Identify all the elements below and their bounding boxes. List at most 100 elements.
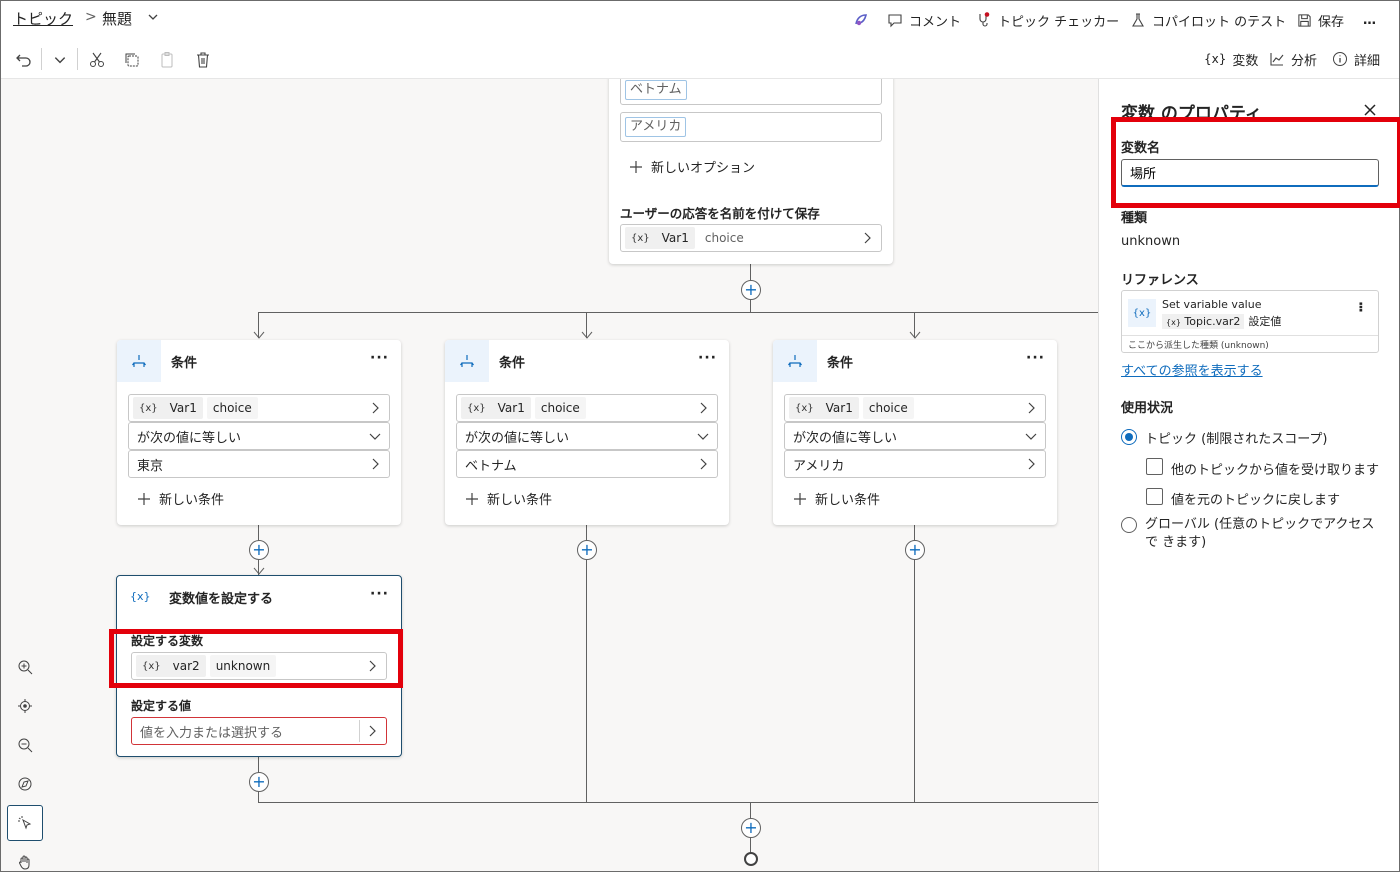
chevron-right-icon bbox=[1025, 458, 1037, 470]
variable-name-input[interactable] bbox=[1121, 159, 1379, 187]
condition-operator-dropdown[interactable]: が次の値に等しい bbox=[128, 422, 390, 450]
variable-icon: {x} bbox=[1204, 52, 1227, 66]
condition-variable-field[interactable]: {x} Var1 choice bbox=[456, 394, 718, 422]
add-node-button[interactable]: + bbox=[249, 772, 269, 792]
undo-icon[interactable] bbox=[15, 51, 33, 69]
condition-node-3[interactable]: 条件 ··· {x} Var1 choice が次の値に等しい アメリカ 新しい条… bbox=[773, 340, 1057, 525]
set-variable-node[interactable]: {x} 変数値を設定する ··· 設定する変数 {x} var2 unknown … bbox=[116, 575, 402, 757]
condition-node-1[interactable]: 条件 ··· {x} Var1 choice が次の値に等しい 東京 新しい条件 bbox=[117, 340, 401, 525]
fit-to-screen-icon[interactable] bbox=[7, 688, 43, 724]
chevron-down-icon bbox=[1025, 430, 1037, 442]
zoom-out-icon[interactable] bbox=[7, 727, 43, 763]
target-variable-field[interactable]: {x} var2 unknown bbox=[131, 652, 387, 680]
condition-value-field[interactable]: ベトナム bbox=[456, 450, 718, 478]
variable-icon: {x} bbox=[139, 402, 158, 414]
copilot-icon[interactable] bbox=[853, 10, 869, 30]
new-condition-button[interactable]: 新しい条件 bbox=[465, 489, 552, 508]
reference-role: 設定値 bbox=[1248, 315, 1282, 328]
more-options-button[interactable]: ··· bbox=[1352, 301, 1368, 311]
chevron-right-icon bbox=[366, 660, 378, 672]
condition-value: アメリカ bbox=[793, 458, 845, 474]
option-field[interactable]: ベトナム bbox=[620, 79, 882, 105]
set-variable-title: 変数値を設定する bbox=[169, 592, 274, 607]
zoom-in-icon[interactable] bbox=[7, 649, 43, 685]
analytics-button[interactable]: 分析 bbox=[1269, 49, 1317, 69]
reference-label: リファレンス bbox=[1121, 273, 1199, 288]
variables-label: 変数 bbox=[1232, 53, 1259, 69]
variable-chip: {x} Var1 bbox=[133, 397, 203, 419]
close-icon[interactable] bbox=[1363, 103, 1377, 117]
variable-chip: {x} Var1 bbox=[625, 227, 695, 249]
question-node[interactable]: ベトナム アメリカ 新しいオプション ユーザーの応答を名前を付けて保存 {x} V… bbox=[609, 79, 893, 264]
flow-canvas[interactable]: ベトナム アメリカ 新しいオプション ユーザーの応答を名前を付けて保存 {x} V… bbox=[1, 79, 1098, 871]
more-options-button[interactable]: ··· bbox=[698, 350, 717, 366]
breadcrumb-topics-link[interactable]: トピック bbox=[13, 8, 73, 29]
scope-global-radio[interactable] bbox=[1121, 517, 1137, 533]
condition-value-field[interactable]: アメリカ bbox=[784, 450, 1046, 478]
add-node-button[interactable]: + bbox=[741, 818, 761, 838]
delete-icon[interactable] bbox=[194, 51, 212, 69]
details-button[interactable]: 詳細 bbox=[1332, 49, 1380, 69]
scope-topic-radio[interactable] bbox=[1121, 429, 1137, 445]
topic-checker-label: トピック チェッカー bbox=[998, 14, 1120, 30]
plus-icon bbox=[793, 492, 807, 506]
condition-variable-field[interactable]: {x} Var1 choice bbox=[784, 394, 1046, 422]
condition-title: 条件 bbox=[827, 356, 854, 371]
comment-button[interactable]: コメント bbox=[887, 10, 961, 30]
details-label: 詳細 bbox=[1354, 53, 1381, 69]
variables-button[interactable]: {x} 変数 bbox=[1204, 49, 1258, 69]
cut-icon[interactable] bbox=[88, 51, 106, 69]
add-node-button[interactable]: + bbox=[905, 540, 925, 560]
chevron-down-icon[interactable] bbox=[147, 11, 159, 23]
copy-icon[interactable] bbox=[123, 51, 141, 69]
more-actions-button[interactable]: … bbox=[1363, 10, 1376, 30]
add-node-button[interactable]: + bbox=[577, 540, 597, 560]
minimap-icon[interactable] bbox=[7, 766, 43, 802]
new-condition-button[interactable]: 新しい条件 bbox=[793, 489, 880, 508]
new-option-button[interactable]: 新しいオプション bbox=[629, 157, 755, 176]
plus-icon bbox=[629, 160, 643, 174]
more-options-button[interactable]: ··· bbox=[370, 586, 389, 602]
more-options-button[interactable]: ··· bbox=[370, 350, 389, 366]
info-icon bbox=[1332, 51, 1348, 67]
show-all-references-link[interactable]: すべての参照を表示する bbox=[1121, 360, 1263, 379]
add-node-button[interactable]: + bbox=[741, 280, 761, 300]
variable-name: Var1 bbox=[661, 231, 689, 245]
return-values-checkbox[interactable] bbox=[1146, 488, 1163, 505]
condition-value-field[interactable]: 東京 bbox=[128, 450, 390, 478]
connector-line bbox=[258, 802, 1098, 803]
editor-toolbar: {x} 変数 分析 詳細 bbox=[1, 39, 1399, 79]
more-options-button[interactable]: ··· bbox=[1026, 350, 1045, 366]
variable-icon: {x} bbox=[467, 402, 486, 414]
condition-title: 条件 bbox=[171, 356, 198, 371]
condition-variable-field[interactable]: {x} Var1 choice bbox=[128, 394, 390, 422]
analytics-label: 分析 bbox=[1291, 53, 1318, 69]
condition-value: ベトナム bbox=[465, 458, 517, 474]
condition-value: 東京 bbox=[137, 458, 164, 474]
chevron-down-icon bbox=[697, 430, 709, 442]
save-button[interactable]: 保存 bbox=[1297, 10, 1344, 30]
header-bar: トピック > 無題 コメント トピック チェッカー コパイロット のテスト 保存… bbox=[1, 1, 1399, 39]
reference-card[interactable]: {x} Set variable value {x} Topic.var2 設定… bbox=[1121, 290, 1379, 353]
condition-operator-dropdown[interactable]: が次の値に等しい bbox=[456, 422, 718, 450]
variable-name: Var1 bbox=[825, 401, 853, 415]
value-to-set-field[interactable]: 値を入力または選択する bbox=[131, 717, 387, 745]
new-condition-button[interactable]: 新しい条件 bbox=[137, 489, 224, 508]
test-copilot-button[interactable]: コパイロット のテスト bbox=[1130, 10, 1286, 30]
select-tool-icon[interactable] bbox=[7, 805, 43, 841]
add-node-button[interactable]: + bbox=[249, 540, 269, 560]
new-condition-label: 新しい条件 bbox=[487, 493, 553, 508]
receive-values-checkbox[interactable] bbox=[1146, 458, 1163, 475]
option-field[interactable]: アメリカ bbox=[620, 112, 882, 142]
new-condition-label: 新しい条件 bbox=[815, 493, 881, 508]
condition-operator-dropdown[interactable]: が次の値に等しい bbox=[784, 422, 1046, 450]
chevron-right-icon bbox=[366, 725, 378, 737]
topic-checker-button[interactable]: トピック チェッカー bbox=[976, 10, 1119, 30]
pan-tool-icon[interactable] bbox=[7, 844, 43, 871]
chevron-right-icon bbox=[861, 232, 873, 244]
chevron-down-icon[interactable] bbox=[53, 53, 67, 67]
variable-chip: {x} Var1 bbox=[789, 397, 859, 419]
save-response-variable[interactable]: {x} Var1 choice bbox=[620, 224, 882, 252]
plus-icon bbox=[465, 492, 479, 506]
condition-node-2[interactable]: 条件 ··· {x} Var1 choice が次の値に等しい ベトナム 新しい条… bbox=[445, 340, 729, 525]
